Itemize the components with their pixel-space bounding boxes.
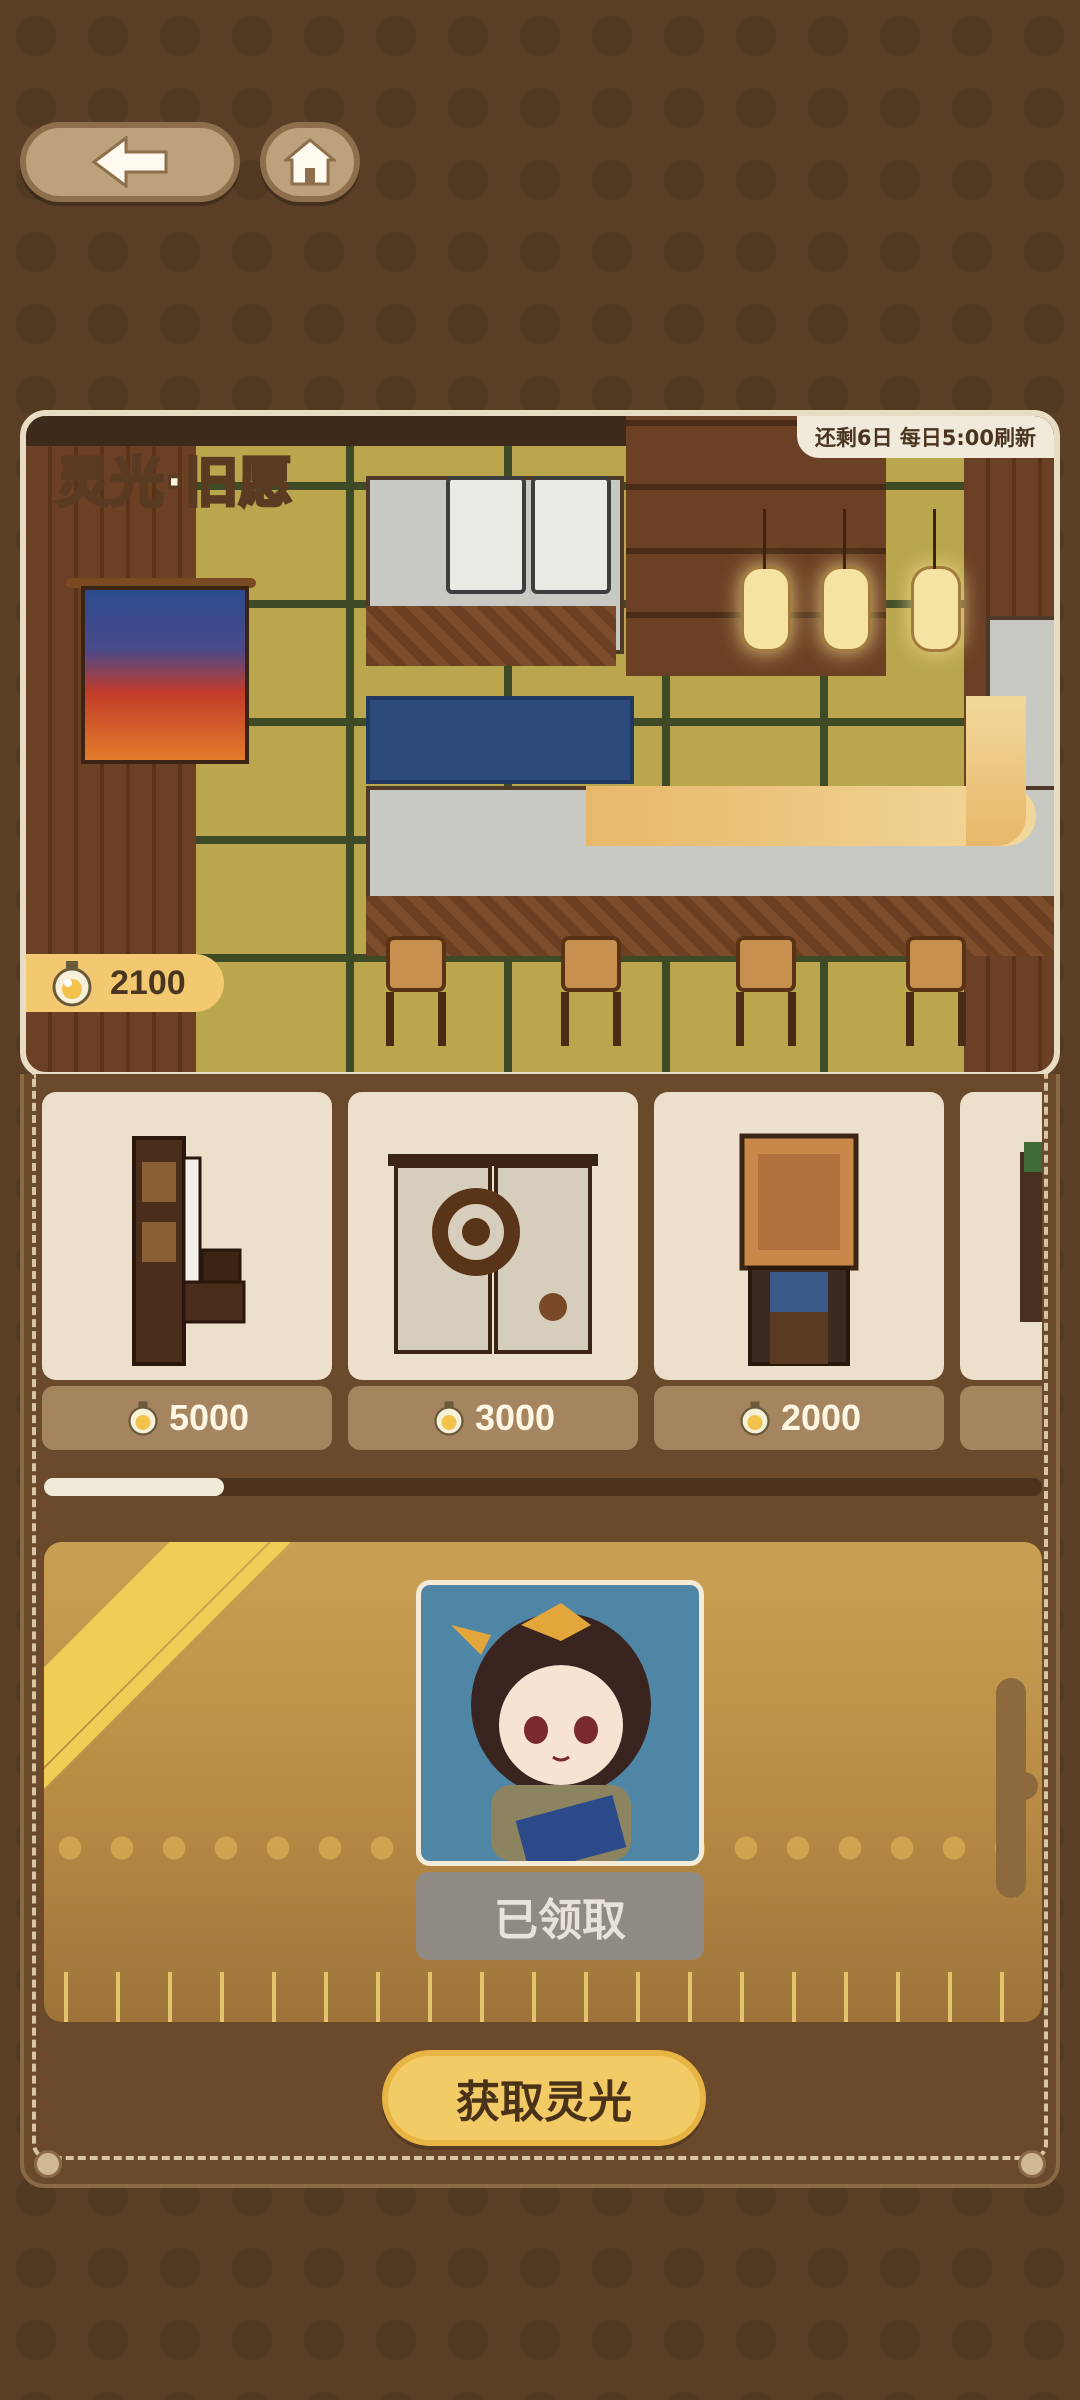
paper-lantern <box>741 509 791 652</box>
light-orb-icon <box>128 1401 158 1436</box>
piano-icon <box>132 1136 246 1366</box>
shop-panel: 5000 3000 2000 已领取 获取灵光 <box>20 1074 1060 2188</box>
home-button[interactable] <box>260 122 360 202</box>
currency-balance: 2100 <box>26 954 224 1012</box>
arrow-left-icon <box>91 136 168 188</box>
item-price: 3000 <box>348 1386 638 1450</box>
scrollbar-thumb[interactable] <box>44 1478 224 1496</box>
refresh-timer: 还剩6日 每日5:00刷新 <box>796 416 1054 458</box>
currency-amount: 2100 <box>110 963 186 1002</box>
scene-title: 灵光·旧愿 <box>55 450 295 516</box>
item-price-value: 5000 <box>168 1397 250 1438</box>
shop-item-cabinet[interactable]: 2000 <box>654 1092 944 1452</box>
cabinet-icon <box>739 1133 859 1366</box>
get-light-label: 获取灵光 <box>456 2077 632 2128</box>
item-price: 5000 <box>42 1386 332 1450</box>
get-light-button[interactable]: 获取灵光 <box>382 2050 706 2146</box>
bar-stool <box>736 936 796 1046</box>
item-price-value: 3000 <box>474 1397 556 1438</box>
coffee-machine <box>531 476 611 594</box>
panel-corner <box>1018 2150 1046 2178</box>
furniture-icon <box>1020 1142 1042 1322</box>
paper-lantern <box>821 509 871 652</box>
kimono-display <box>81 586 249 764</box>
item-card[interactable] <box>348 1092 638 1380</box>
counter-top-corner <box>966 696 1026 846</box>
sparkle-row <box>44 1972 1042 2022</box>
light-orb-icon <box>52 961 92 1007</box>
item-card[interactable] <box>960 1092 1042 1380</box>
item-card[interactable] <box>654 1092 944 1380</box>
reward-banner: 已领取 <box>44 1542 1042 2022</box>
character-avatar-icon <box>451 1603 651 1861</box>
shop-item-partial[interactable] <box>960 1092 1042 1452</box>
item-card[interactable] <box>42 1092 332 1380</box>
coffee-machine <box>446 476 526 594</box>
scroll-knob[interactable] <box>1010 1772 1038 1800</box>
decor-stripe <box>44 1542 359 1792</box>
character-portrait <box>416 1580 704 1866</box>
claimed-label: 已领取 <box>494 1895 626 1946</box>
shop-item-noren[interactable]: 3000 <box>348 1092 638 1452</box>
item-price: 2000 <box>654 1386 944 1450</box>
back-counter-base <box>366 606 616 666</box>
bar-stool <box>561 936 621 1046</box>
claimed-button[interactable]: 已领取 <box>416 1872 704 1960</box>
noren-curtain-icon <box>388 1154 598 1354</box>
bar-stool <box>386 936 446 1046</box>
back-button[interactable] <box>20 122 240 202</box>
light-orb-icon <box>740 1401 770 1436</box>
panel-corner <box>34 2150 62 2178</box>
blue-rug <box>366 696 634 784</box>
item-carousel[interactable]: 5000 3000 2000 <box>42 1092 1042 1452</box>
carousel-scrollbar[interactable] <box>44 1478 1042 1496</box>
item-price <box>960 1386 1042 1450</box>
scene-preview: 灵光·旧愿 还剩6日 每日5:00刷新 2100 <box>20 410 1060 1078</box>
home-icon <box>284 138 336 186</box>
shop-item-piano[interactable]: 5000 <box>42 1092 332 1452</box>
bar-stool <box>906 936 966 1046</box>
item-price-value: 2000 <box>780 1397 862 1438</box>
paper-lantern <box>911 509 961 652</box>
light-orb-icon <box>434 1401 464 1436</box>
